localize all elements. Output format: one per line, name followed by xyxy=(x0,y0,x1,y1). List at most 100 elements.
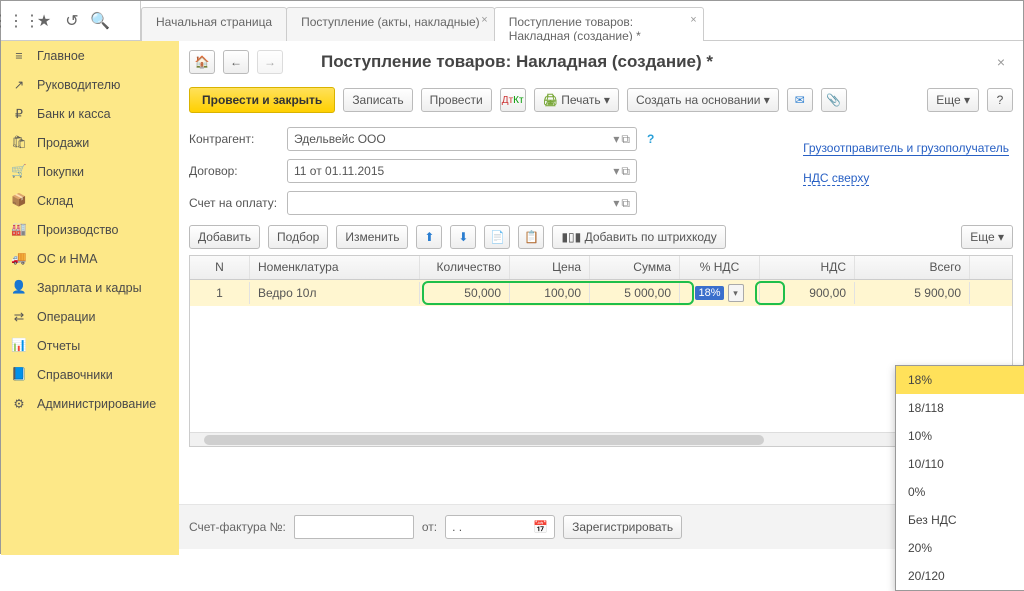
sidebar-item-bank[interactable]: ₽Банк и касса xyxy=(1,99,179,128)
more-button[interactable]: Еще ▾ xyxy=(927,88,979,112)
col-nom[interactable]: Номенклатура xyxy=(250,256,420,279)
print-button[interactable]: 🖨 Печать ▾ xyxy=(534,88,619,112)
close-doc-button[interactable]: × xyxy=(989,50,1013,74)
sf-date-input[interactable]: . .📅 xyxy=(445,515,555,539)
sf-number-input[interactable] xyxy=(294,515,414,539)
contract-input[interactable]: 11 от 01.11.2015▾ ⧉ xyxy=(287,159,637,183)
tab-label: Поступление товаров: Накладная (создание… xyxy=(509,15,641,43)
chevron-down-icon[interactable]: ▾ xyxy=(728,284,744,302)
help-button[interactable]: ? xyxy=(987,88,1013,112)
calendar-icon[interactable]: 📅 xyxy=(533,520,548,534)
sidebar-item-prod[interactable]: 🏭Производство xyxy=(1,215,179,244)
close-icon[interactable]: × xyxy=(690,14,696,26)
tab-receipt-new[interactable]: Поступление товаров: Накладная (создание… xyxy=(494,7,704,42)
sidebar-item-buy[interactable]: 🛒Покупки xyxy=(1,157,179,186)
clip-icon[interactable]: 📎 xyxy=(821,88,847,112)
history-icon[interactable]: ↺ xyxy=(63,12,81,30)
col-total[interactable]: Всего xyxy=(855,256,970,279)
back-button[interactable]: ← xyxy=(223,50,249,74)
sidebar-item-reports[interactable]: 📊Отчеты xyxy=(1,331,179,360)
grid-header: N Номенклатура Количество Цена Сумма % Н… xyxy=(190,256,1012,280)
pick-button[interactable]: Подбор xyxy=(268,225,328,249)
sidebar-item-label: Операции xyxy=(37,310,95,324)
tabs: Начальная страница Поступление (акты, на… xyxy=(141,1,703,40)
dt-kt-icon[interactable]: ДтКт xyxy=(500,88,526,112)
help-icon[interactable]: ? xyxy=(647,132,654,146)
envelope-icon[interactable]: ✉ xyxy=(787,88,813,112)
tab-home[interactable]: Начальная страница xyxy=(141,7,287,41)
sidebar-item-label: Администрирование xyxy=(37,397,156,411)
close-icon[interactable]: × xyxy=(481,14,487,26)
sidebar-item-hr[interactable]: 👤 Зарплата и кадры xyxy=(1,273,179,302)
sidebar-item-stock[interactable]: 📦Склад xyxy=(1,186,179,215)
highlight-qty-price-sum xyxy=(422,281,694,305)
chevron-down-icon[interactable]: ▾ xyxy=(613,164,619,179)
user-icon: 👤 xyxy=(11,280,27,295)
table-more-button[interactable]: Еще ▾ xyxy=(961,225,1013,249)
home-button[interactable]: 🏠 xyxy=(189,50,215,74)
col-vat[interactable]: НДС xyxy=(760,256,855,279)
post-button[interactable]: Провести xyxy=(421,88,492,112)
vat-mode-link[interactable]: НДС сверху xyxy=(803,171,869,186)
sidebar-item-ops[interactable]: ⇄Операции xyxy=(1,302,179,331)
sf-date-label: от: xyxy=(422,520,437,534)
chevron-down-icon[interactable]: ▾ xyxy=(613,132,619,147)
vat-dropdown: 18% 18/118 10% 10/110 0% Без НДС 20% 20/… xyxy=(895,365,1024,591)
invoice-input[interactable]: ▾ ⧉ xyxy=(287,191,637,215)
content: 🏠 ← → Поступление товаров: Накладная (со… xyxy=(179,41,1023,555)
table-toolbar: Добавить Подбор Изменить ⬆ ⬇ 📄 📋 ▮▯▮ Доб… xyxy=(179,219,1023,255)
col-n[interactable]: N xyxy=(190,256,250,279)
search-icon[interactable]: 🔍 xyxy=(91,12,109,30)
vat-option-10-110[interactable]: 10/110 xyxy=(896,450,1024,478)
vat-option-10[interactable]: 10% xyxy=(896,422,1024,450)
vat-option-none[interactable]: Без НДС xyxy=(896,506,1024,534)
barcode-button[interactable]: ▮▯▮ Добавить по штрихкоду xyxy=(552,225,725,249)
move-down-icon[interactable]: ⬇ xyxy=(450,225,476,249)
sidebar-item-label: ОС и НМА xyxy=(37,252,97,266)
tab-receipts[interactable]: Поступление (акты, накладные)× xyxy=(286,7,495,41)
cart-icon: 🛒 xyxy=(11,164,27,179)
vat-option-20-120[interactable]: 20/120 xyxy=(896,562,1024,590)
copy-icon[interactable]: 📄 xyxy=(484,225,510,249)
col-vatp[interactable]: % НДС xyxy=(680,256,760,279)
register-button[interactable]: Зарегистрировать xyxy=(563,515,682,539)
scroll-thumb[interactable] xyxy=(204,435,764,445)
post-close-button[interactable]: Провести и закрыть xyxy=(189,87,335,113)
topbar: ⋮⋮⋮ ★ ↺ 🔍 Начальная страница Поступление… xyxy=(1,1,1023,41)
sidebar-item-label: Зарплата и кадры xyxy=(37,281,142,295)
move-up-icon[interactable]: ⬆ xyxy=(416,225,442,249)
right-links: Грузоотправитель и грузополучатель НДС с… xyxy=(803,141,1009,185)
sidebar-item-sales[interactable]: 🛍Продажи xyxy=(1,128,179,157)
apps-icon[interactable]: ⋮⋮⋮ xyxy=(7,12,25,30)
page-title: Поступление товаров: Накладная (создание… xyxy=(321,52,713,72)
star-icon[interactable]: ★ xyxy=(35,12,53,30)
sidebar-item-label: Склад xyxy=(37,194,73,208)
open-icon[interactable]: ⧉ xyxy=(621,132,630,147)
col-sum[interactable]: Сумма xyxy=(590,256,680,279)
col-price[interactable]: Цена xyxy=(510,256,590,279)
sidebar-item-mgr[interactable]: ↗Руководителю xyxy=(1,70,179,99)
h-scrollbar[interactable] xyxy=(190,432,1012,446)
chevron-down-icon[interactable]: ▾ xyxy=(613,196,619,211)
write-button[interactable]: Записать xyxy=(343,88,412,112)
open-icon[interactable]: ⧉ xyxy=(621,164,630,179)
highlight-vat-dd xyxy=(755,281,785,305)
sidebar-item-main[interactable]: ≡Главное xyxy=(1,41,179,70)
sidebar-item-dict[interactable]: 📘Справочники xyxy=(1,360,179,389)
vat-option-0[interactable]: 0% xyxy=(896,478,1024,506)
sidebar-item-admin[interactable]: ⚙Администрирование xyxy=(1,389,179,418)
open-icon[interactable]: ⧉ xyxy=(621,196,630,211)
add-row-button[interactable]: Добавить xyxy=(189,225,260,249)
contractor-input[interactable]: Эдельвейс ООО▾ ⧉ xyxy=(287,127,637,151)
shipper-link[interactable]: Грузоотправитель и грузополучатель xyxy=(803,141,1009,156)
forward-button[interactable]: → xyxy=(257,50,283,74)
truck-icon: 🚚 xyxy=(11,251,27,266)
edit-row-button[interactable]: Изменить xyxy=(336,225,408,249)
sidebar-item-assets[interactable]: 🚚 ОС и НМА xyxy=(1,244,179,273)
vat-option-18-118[interactable]: 18/118 xyxy=(896,394,1024,422)
create-based-button[interactable]: Создать на основании ▾ xyxy=(627,88,779,112)
vat-option-18[interactable]: 18% xyxy=(896,366,1024,394)
vat-option-20[interactable]: 20% xyxy=(896,534,1024,562)
paste-icon[interactable]: 📋 xyxy=(518,225,544,249)
col-qty[interactable]: Количество xyxy=(420,256,510,279)
